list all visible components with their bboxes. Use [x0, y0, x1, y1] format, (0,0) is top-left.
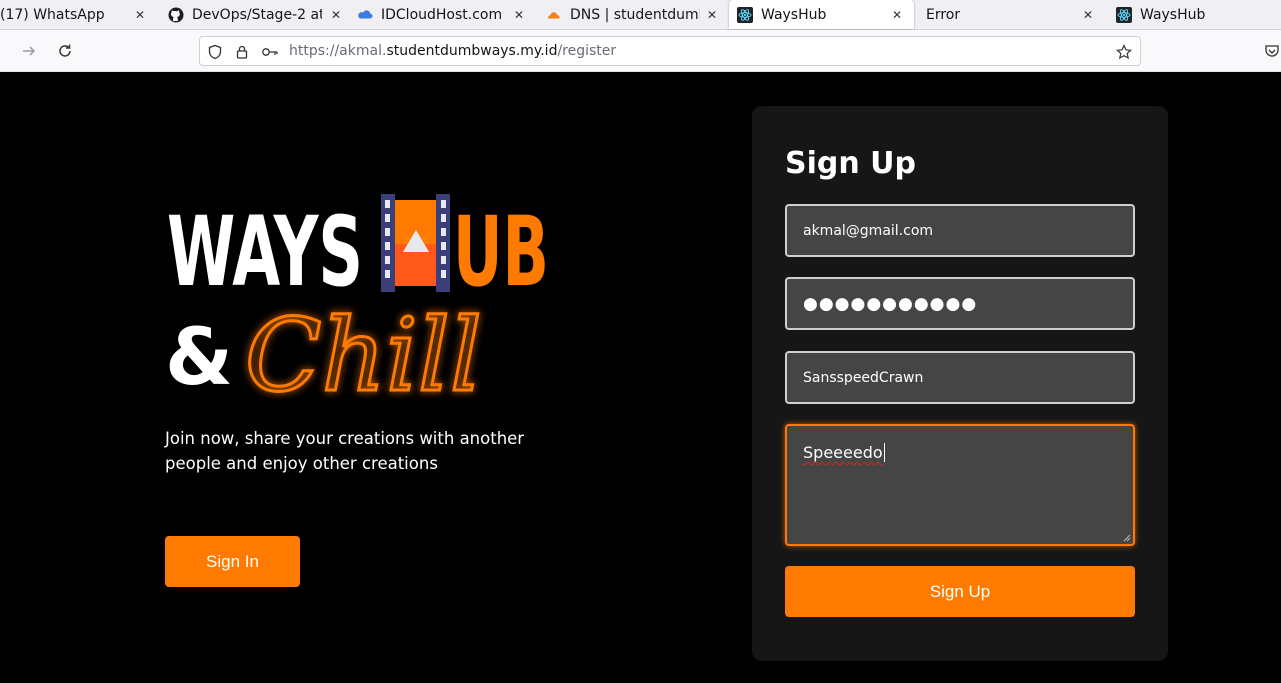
description-value: Speeeedo: [803, 443, 883, 462]
tab-title: WaysHub: [761, 6, 827, 23]
channel-name-value: SansspeedCrawn: [803, 369, 924, 386]
tab-wayshub[interactable]: WaysHub: [1116, 0, 1281, 30]
close-icon[interactable]: ✕: [132, 7, 148, 23]
tab-title: DNS | studentdumb: [570, 7, 700, 23]
password-field[interactable]: ●●●●●●●●●●●: [785, 277, 1135, 330]
shield-icon[interactable]: [206, 43, 224, 61]
tab-title: DevOps/Stage-2 at: [192, 7, 322, 23]
tab-github[interactable]: DevOps/Stage-2 at ✕: [168, 0, 343, 30]
tab-title: Error: [926, 7, 961, 23]
signup-card: Sign Up akmal@gmail.com ●●●●●●●●●●● Sans…: [752, 106, 1168, 661]
url-text[interactable]: https://akmal.studentdumbways.my.id/regi…: [289, 43, 616, 59]
cloudflare-icon: [546, 7, 562, 23]
description-textarea[interactable]: Speeeedo: [785, 424, 1135, 546]
close-icon[interactable]: ✕: [1080, 7, 1096, 23]
close-icon[interactable]: ✕: [889, 7, 905, 23]
close-icon[interactable]: ✕: [328, 7, 344, 23]
url-host: studentdumbways.my.id: [386, 43, 558, 59]
react-icon: [737, 6, 753, 23]
form-title: Sign Up: [785, 146, 917, 181]
tab-title: IDCloudHost.com: [381, 7, 503, 23]
logo-chill: Chill: [245, 297, 482, 412]
email-field[interactable]: akmal@gmail.com: [785, 204, 1135, 257]
register-page: WAYS UB & Chill Join now, share your cre…: [0, 72, 1281, 683]
tab-whatsapp[interactable]: (17) WhatsApp ✕: [0, 0, 150, 30]
tagline: Join now, share your creations with anot…: [165, 429, 525, 473]
lock-icon[interactable]: [233, 43, 251, 61]
tab-strip: (17) WhatsApp ✕ DevOps/Stage-2 at ✕ IDCl…: [0, 0, 1281, 30]
text-caret: [883, 443, 885, 462]
logo-ampersand: &: [165, 313, 233, 403]
tab-title: (17) WhatsApp: [0, 7, 105, 23]
react-icon: [1116, 7, 1132, 23]
tab-idcloudhost[interactable]: IDCloudHost.com ✕: [357, 0, 532, 30]
address-bar[interactable]: https://akmal.studentdumbways.my.id/regi…: [199, 36, 1141, 66]
tab-error[interactable]: Error ✕: [926, 0, 1101, 30]
key-icon[interactable]: [261, 43, 279, 61]
tab-title: WaysHub: [1140, 7, 1206, 23]
resize-handle-icon[interactable]: [1123, 534, 1131, 542]
forward-icon[interactable]: [19, 41, 39, 61]
close-icon[interactable]: ✕: [704, 7, 720, 23]
email-value: akmal@gmail.com: [803, 222, 934, 239]
url-prefix: https://akmal.: [289, 43, 387, 59]
logo-word-ub: UB: [453, 196, 549, 308]
bookmark-star-icon[interactable]: [1115, 43, 1133, 61]
wayshub-logo: WAYS UB & Chill: [165, 192, 565, 416]
pocket-icon[interactable]: [1263, 41, 1281, 61]
tab-cloudflare-dns[interactable]: DNS | studentdumb ✕: [546, 0, 721, 30]
password-value: ●●●●●●●●●●●: [803, 293, 978, 314]
close-icon[interactable]: ✕: [511, 7, 527, 23]
tab-wayshub-active[interactable]: WaysHub ✕: [729, 0, 914, 29]
github-icon: [168, 7, 184, 23]
channel-name-field[interactable]: SansspeedCrawn: [785, 351, 1135, 404]
cloud-icon: [357, 7, 373, 23]
film-strip-icon: [381, 194, 450, 292]
navigation-bar: https://akmal.studentdumbways.my.id/regi…: [0, 30, 1281, 72]
sign-in-button[interactable]: Sign In: [165, 536, 300, 587]
reload-icon[interactable]: [55, 41, 75, 61]
sign-up-button[interactable]: Sign Up: [785, 566, 1135, 617]
logo-word-ways: WAYS: [167, 196, 363, 308]
url-path: /register: [557, 43, 617, 59]
